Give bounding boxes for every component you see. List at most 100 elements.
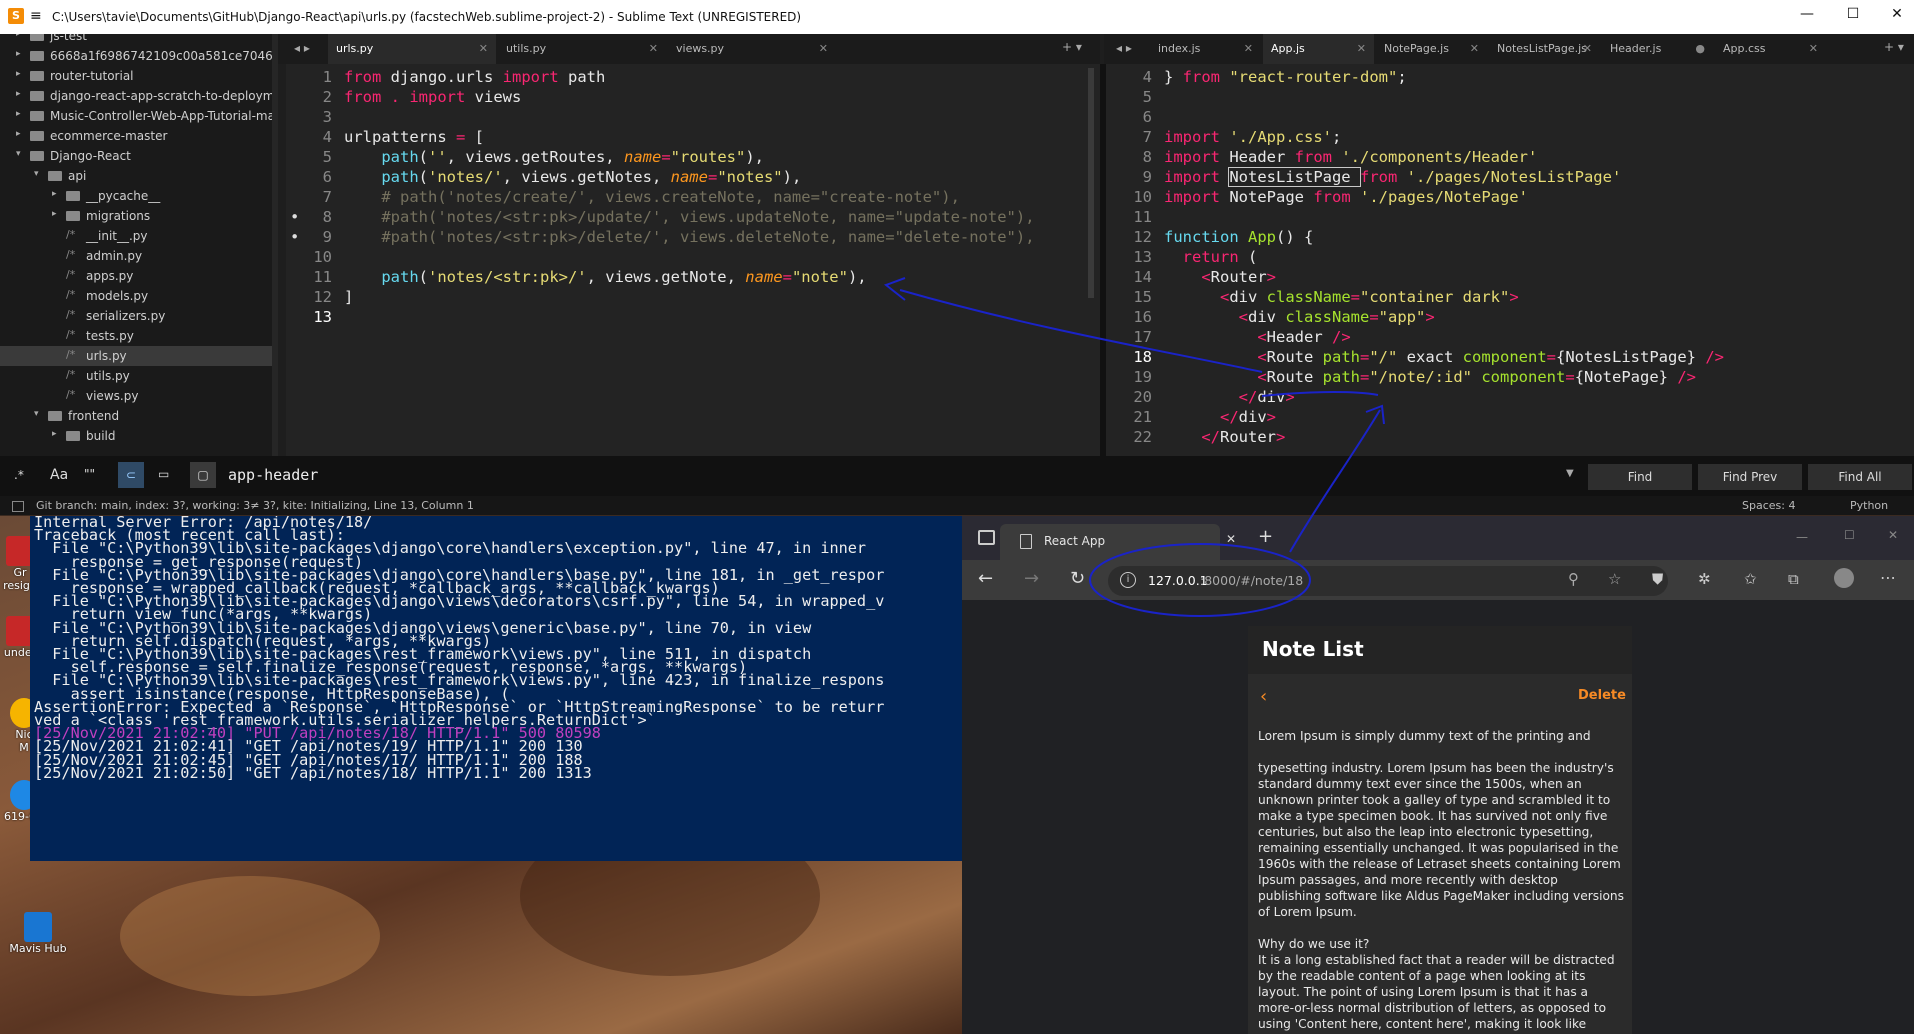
case-toggle[interactable]: Aa xyxy=(50,467,68,483)
caret-right-icon[interactable]: ▸ xyxy=(16,69,21,79)
more-icon[interactable]: ⋯ xyxy=(1880,568,1896,587)
code-line[interactable]: <Route path="/" exact component={NotesLi… xyxy=(1164,347,1724,367)
forward-icon[interactable]: → xyxy=(1024,568,1039,589)
code-line[interactable]: } from "react-router-dom"; xyxy=(1164,67,1407,87)
editor-left[interactable]: 1 2 3 4 5 6 7 8 • 9 • 10 11 12 13 from django.urls imp… xyxy=(286,64,1100,456)
sidebar-item[interactable]: /* tests.py xyxy=(0,326,272,346)
caret-down-icon[interactable]: ▾ xyxy=(34,409,39,419)
tab-overflow-icon[interactable]: + ▾ xyxy=(1884,40,1904,54)
sidebar-item[interactable]: ▸ __pycache__ xyxy=(0,186,272,206)
tab-close-icon[interactable]: ✕ xyxy=(479,34,488,64)
code-line[interactable]: </div> xyxy=(1164,387,1295,407)
note-body-line-1[interactable]: Lorem Ipsum is simply dummy text of the … xyxy=(1258,728,1624,744)
code-line[interactable]: import Header from './components/Header' xyxy=(1164,147,1537,167)
caret-right-icon[interactable]: ▸ xyxy=(52,189,57,199)
collections-icon[interactable]: ⧉ xyxy=(1788,570,1799,588)
regex-toggle[interactable]: .* xyxy=(14,468,24,482)
code-line[interactable]: <Router> xyxy=(1164,267,1276,287)
code-line[interactable]: import NotePage from './pages/NotePage' xyxy=(1164,187,1528,207)
tab-close-icon[interactable]: ✕ xyxy=(1809,34,1818,64)
tab-close-icon[interactable]: ✕ xyxy=(1470,34,1479,64)
tab-overflow-icon[interactable]: + ▾ xyxy=(1062,40,1082,54)
indentation-setting[interactable]: Spaces: 4 xyxy=(1742,496,1795,515)
minimize-icon[interactable]: — xyxy=(1792,6,1822,22)
sidebar-item[interactable]: /* views.py xyxy=(0,386,272,406)
favorite-icon[interactable]: ☆ xyxy=(1608,570,1621,588)
sidebar-item[interactable]: /* __init__.py xyxy=(0,226,272,246)
tab-close-icon[interactable]: ✕ xyxy=(1244,34,1253,64)
sidebar-item[interactable]: ▸ js-test xyxy=(0,34,272,46)
caret-right-icon[interactable]: ▸ xyxy=(16,49,21,59)
caret-right-icon[interactable]: ▸ xyxy=(16,129,21,139)
sidebar-item[interactable]: ▸ Music-Controller-Web-App-Tutorial-main xyxy=(0,106,278,126)
sidebar-item[interactable]: /* serializers.py xyxy=(0,306,272,326)
editor-scrollbar[interactable] xyxy=(1088,68,1094,298)
code-line[interactable]: import './App.css'; xyxy=(1164,127,1341,147)
code-line[interactable]: from django.urls import path xyxy=(344,67,605,87)
browser-minimize-icon[interactable]: — xyxy=(1796,530,1808,544)
tab-close-icon[interactable]: ✕ xyxy=(649,34,658,64)
in-selection-toggle[interactable]: ▭ xyxy=(158,467,169,481)
menu-icon[interactable]: ≡ xyxy=(30,8,42,24)
maximize-icon[interactable]: ☐ xyxy=(1838,6,1868,22)
desktop-icon[interactable]: Mavis Hub xyxy=(8,912,68,955)
code-line[interactable]: </div> xyxy=(1164,407,1276,427)
code-line[interactable]: path('notes/<str:pk>/', views.getNote, n… xyxy=(344,267,866,287)
modified-dot-icon[interactable]: ● xyxy=(1695,34,1705,64)
sidebar-item[interactable]: ▾ api xyxy=(0,166,272,186)
terminal-window[interactable]: Internal Server Error: /api/notes/18/Tra… xyxy=(30,516,962,861)
syntax-setting[interactable]: Python xyxy=(1850,496,1888,515)
note-body-paragraph[interactable]: typesetting industry. Lorem Ipsum has be… xyxy=(1258,760,1624,920)
tab-close-icon[interactable]: ✕ xyxy=(819,34,828,64)
code-line[interactable]: <Header /> xyxy=(1164,327,1350,347)
editor-tab[interactable]: Header.js ● xyxy=(1602,34,1713,64)
sidebar-item[interactable]: ▸ migrations xyxy=(0,206,272,226)
zoom-icon[interactable]: ⚲ xyxy=(1568,570,1579,588)
code-line[interactable]: <Route path="/note/:id" component={NoteP… xyxy=(1164,367,1696,387)
back-icon[interactable]: ← xyxy=(978,568,993,589)
code-line[interactable]: #path('notes/<str:pk>/delete/', views.de… xyxy=(344,227,1034,247)
code-line[interactable]: return ( xyxy=(1164,247,1258,267)
browser-close-icon[interactable]: ✕ xyxy=(1888,528,1898,542)
caret-right-icon[interactable]: ▸ xyxy=(16,109,21,119)
caret-right-icon[interactable]: ▸ xyxy=(52,209,57,219)
find-all-button[interactable]: Find All xyxy=(1808,464,1912,490)
refresh-icon[interactable]: ↻ xyxy=(1070,568,1085,589)
editor-tab[interactable]: utils.py ✕ xyxy=(498,34,666,64)
tab-nav-arrows-icon[interactable]: ◂ ▸ xyxy=(1116,41,1132,55)
caret-right-icon[interactable]: ▸ xyxy=(16,89,21,99)
chevron-left-icon[interactable]: ‹ xyxy=(1260,686,1267,707)
sidebar-item[interactable]: ▸ django-react-app-scratch-to-deployment xyxy=(0,86,278,106)
editor-tab[interactable]: views.py ✕ xyxy=(668,34,836,64)
editor-tab[interactable]: NotePage.js ✕ xyxy=(1376,34,1487,64)
sidebar-item[interactable]: /* models.py xyxy=(0,286,272,306)
sidebar-item[interactable]: ▸ build xyxy=(0,426,272,446)
editor-tab[interactable]: urls.py ✕ xyxy=(328,34,496,64)
caret-right-icon[interactable]: ▸ xyxy=(16,34,21,39)
profile-avatar[interactable] xyxy=(1834,568,1854,588)
sidebar-item[interactable]: ▾ Django-React xyxy=(0,146,272,166)
sidebar-scrollbar[interactable] xyxy=(272,34,278,464)
code-line[interactable]: import NotesListPage from './pages/Notes… xyxy=(1164,167,1621,187)
highlight-toggle[interactable]: ▢ xyxy=(190,462,216,488)
code-line[interactable]: function App() { xyxy=(1164,227,1313,247)
find-prev-button[interactable]: Find Prev xyxy=(1698,464,1802,490)
new-tab-icon[interactable]: + xyxy=(1258,526,1273,547)
sidebar-item[interactable]: ▸ router-tutorial xyxy=(0,66,272,86)
editor-tab[interactable]: NotesListPage.js ✕ xyxy=(1489,34,1600,64)
sidebar-item[interactable]: ▸ 6668a1f6986742109c00a581ce704605-f6c xyxy=(0,46,278,66)
tab-close-icon[interactable]: ✕ xyxy=(1583,34,1592,64)
browser-tab[interactable]: React App ✕ xyxy=(1000,524,1236,560)
url-bar[interactable]: i 127.0.0.1 :8000/#/note/18 ⚲ ☆ xyxy=(1108,566,1668,596)
sidebar-item[interactable]: /* urls.py xyxy=(0,346,272,366)
panel-toggle-icon[interactable] xyxy=(12,501,24,512)
browser-maximize-icon[interactable]: ☐ xyxy=(1844,528,1855,542)
find-input[interactable]: app-header xyxy=(228,466,318,484)
editor-tab[interactable]: App.css ✕ xyxy=(1715,34,1826,64)
shield-icon[interactable]: ⛊ xyxy=(1652,570,1663,588)
sidebar-item[interactable]: /* admin.py xyxy=(0,246,272,266)
sidebar-item[interactable]: ▸ ecommerce-master xyxy=(0,126,272,146)
caret-down-icon[interactable]: ▾ xyxy=(16,149,21,159)
code-line[interactable]: # path('notes/create/', views.createNote… xyxy=(344,187,960,207)
tab-close-icon[interactable]: ✕ xyxy=(1226,532,1236,546)
